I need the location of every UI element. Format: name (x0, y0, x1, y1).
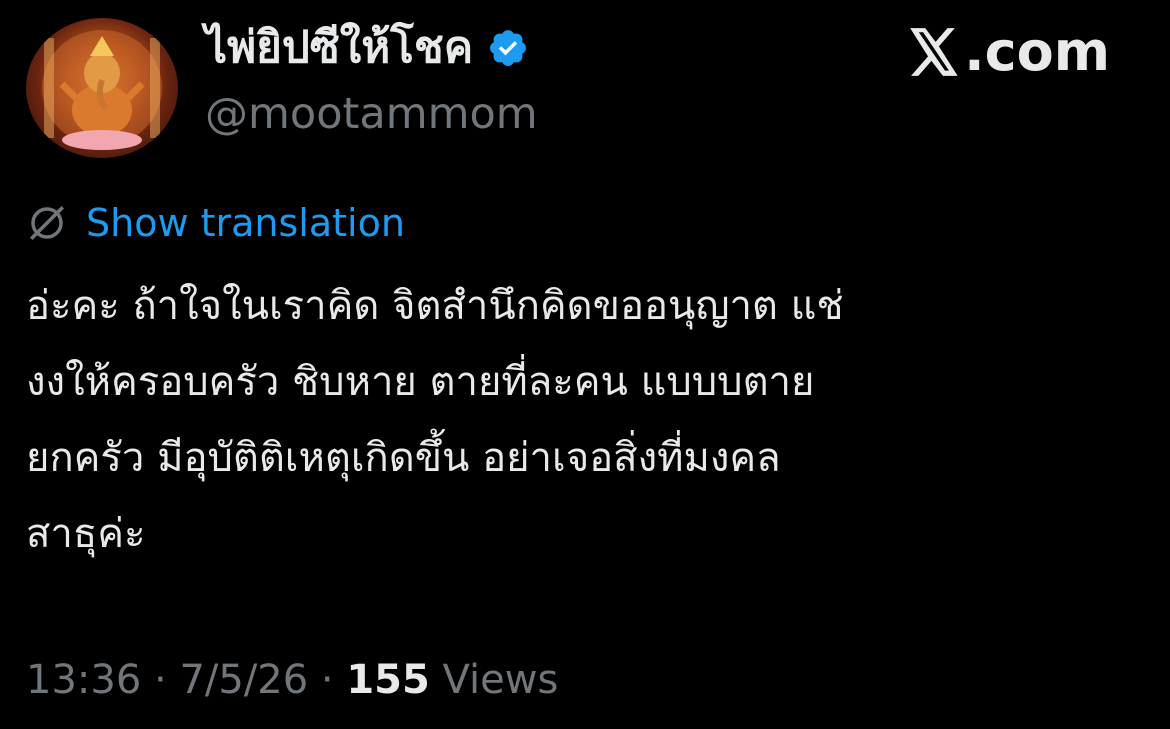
tweet-text: อ่ะคะ ถ้าใจในเราคิด จิตสำนึกคิดขออนุญาต … (26, 268, 1146, 572)
views-count[interactable]: 155 (346, 657, 430, 703)
author-handle[interactable]: @mootammom (205, 88, 538, 140)
brand-mark: .com (908, 22, 1110, 82)
avatar[interactable] (26, 18, 178, 158)
tweet-date[interactable]: 7/5/26 (179, 657, 308, 703)
ganesha-avatar-image (42, 30, 162, 150)
tweet-line: อ่ะคะ ถ้าใจในเราคิด จิตสำนึกคิดขออนุญาต … (26, 283, 844, 329)
globe-slash-icon (30, 206, 64, 240)
author-name[interactable]: ไพ่ยิปซีให้โชค (205, 22, 529, 74)
tweet-time[interactable]: 13:36 (26, 657, 141, 703)
show-translation-button[interactable]: Show translation (26, 196, 405, 250)
tweet-line: สาธุค่ะ (26, 511, 146, 557)
tweet-line: งงให้ครอบครัว ชิบหาย ตายที่ละคน แบบบตาย (26, 359, 815, 405)
author-display-name[interactable]: ไพ่ยิปซีให้โชค (205, 22, 473, 74)
meta-separator: · (141, 657, 180, 703)
tweet-line: ยกครัว มีอุบัติติเหตุเกิดขึ้น อย่าเจอสิ่… (26, 435, 781, 481)
meta-separator: · (308, 657, 347, 703)
tweet-meta: 13:36 · 7/5/26 · 155 Views (26, 652, 558, 708)
show-translation-label[interactable]: Show translation (86, 196, 405, 250)
brand-domain: .com (964, 20, 1110, 83)
verified-badge-icon (490, 30, 527, 66)
x-logo-icon (910, 28, 958, 76)
views-label: Views (429, 657, 559, 703)
